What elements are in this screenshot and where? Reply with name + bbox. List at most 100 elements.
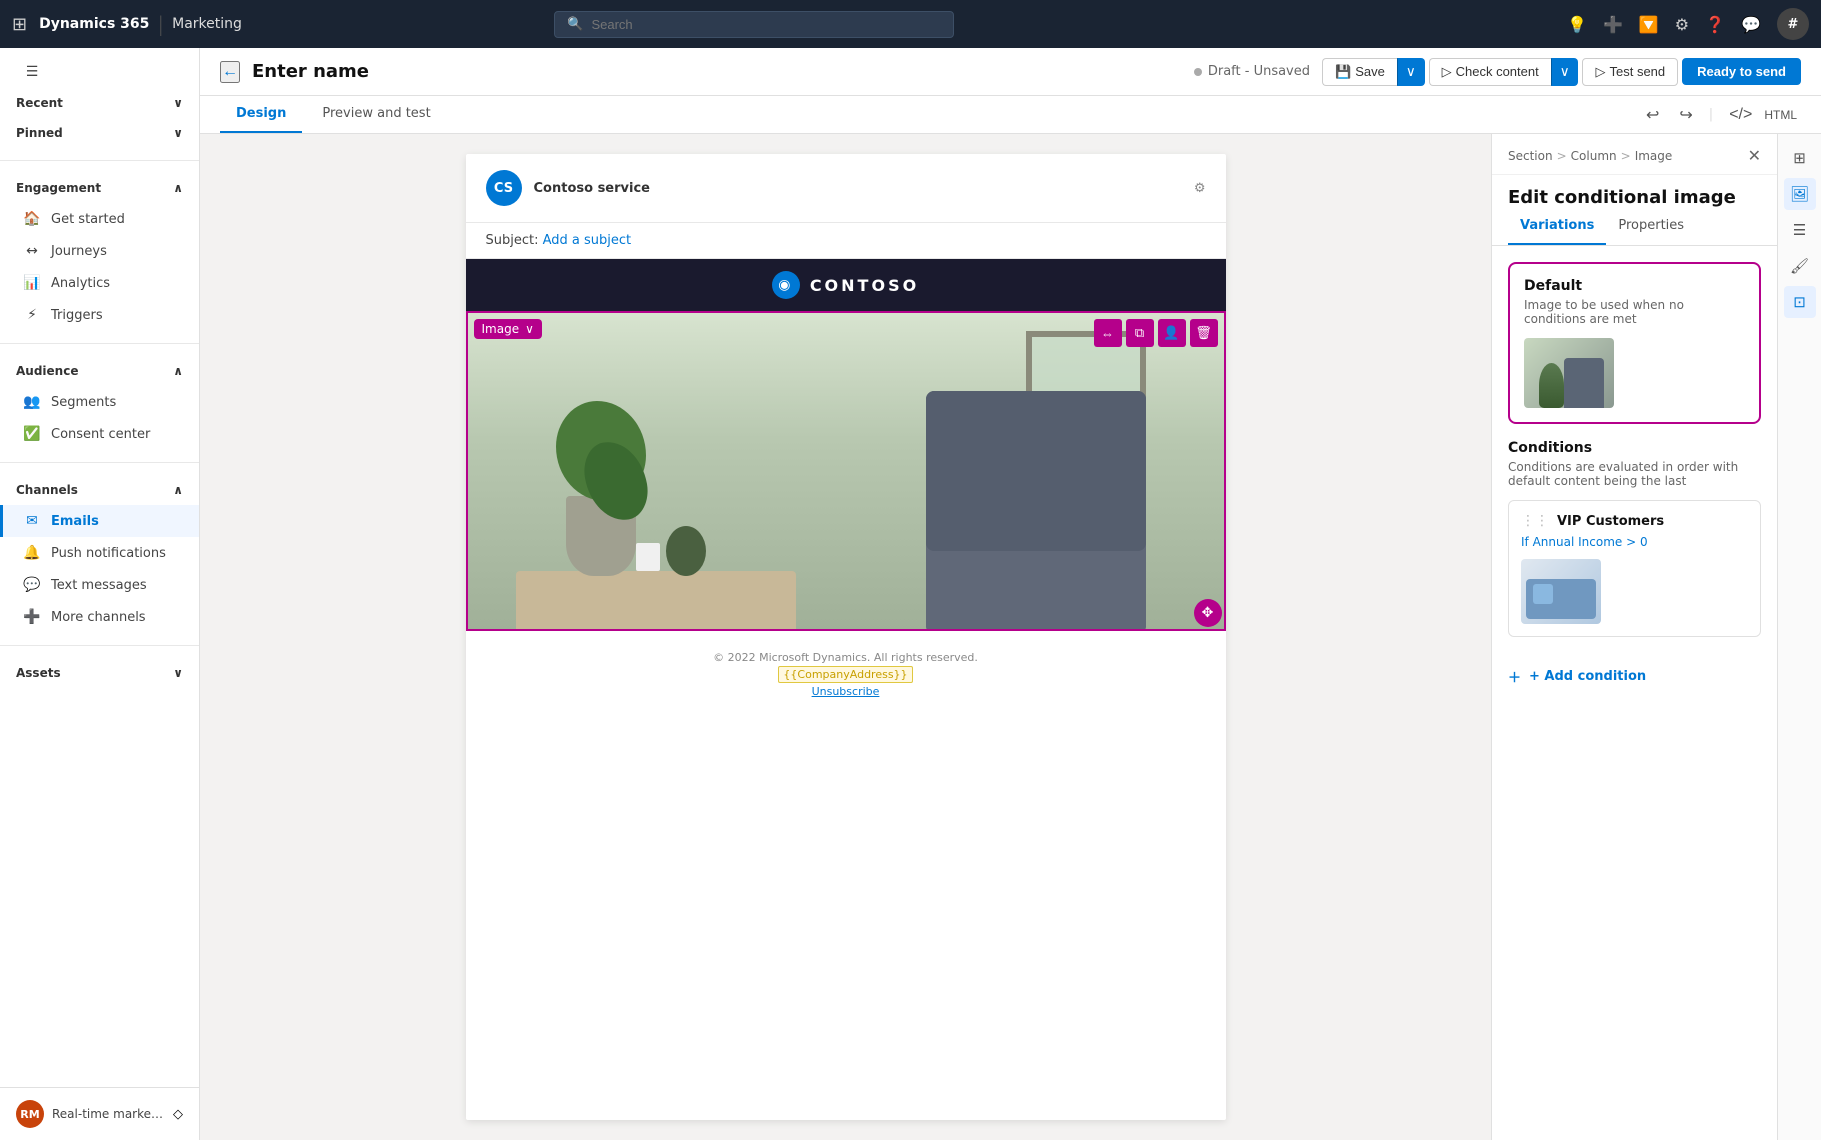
condition-card-vip[interactable]: ⋮⋮ VIP Customers If Annual Income > <box>1508 500 1761 637</box>
default-title: Default <box>1524 278 1745 294</box>
breadcrumb-sep2: > <box>1621 149 1631 163</box>
sidebar-item-triggers[interactable]: ⚡ Triggers <box>0 299 199 331</box>
engagement-header[interactable]: Engagement ∧ <box>0 173 199 203</box>
sidebar-pinned-header[interactable]: Pinned ∨ <box>0 118 199 148</box>
channels-header[interactable]: Channels ∧ <box>0 475 199 505</box>
sidebar-item-consent[interactable]: ✅ Consent center <box>0 418 199 450</box>
settings-icon[interactable]: ⚙ <box>1675 15 1689 34</box>
channels-section: Channels ∧ ✉ Emails 🔔 Push notifications… <box>0 467 199 641</box>
panel-tabs: Variations Properties <box>1492 208 1777 246</box>
divider-vert: | <box>1709 107 1713 122</box>
journeys-label: Journeys <box>51 244 107 259</box>
sidebar-recent-header[interactable]: Recent ∨ <box>0 88 199 118</box>
ready-to-send-button[interactable]: Ready to send <box>1682 58 1801 85</box>
image-tool-move[interactable]: ⇔ <box>1094 319 1122 347</box>
tab-variations[interactable]: Variations <box>1508 208 1606 245</box>
divider-1 <box>0 160 199 161</box>
breadcrumb-image[interactable]: Image <box>1635 149 1673 163</box>
brand-separator: | <box>157 12 164 36</box>
tab-preview[interactable]: Preview and test <box>306 96 446 133</box>
sidebar: ☰ Recent ∨ Pinned ∨ Engagement ∧ 🏠 Get s… <box>0 48 200 1140</box>
panel-icon-expand[interactable]: ⊞ <box>1784 142 1816 174</box>
lightbulb-icon[interactable]: 💡 <box>1567 15 1587 34</box>
conditions-title: Conditions <box>1508 440 1761 456</box>
default-section: Default Image to be used when no conditi… <box>1492 246 1777 440</box>
test-send-button[interactable]: ▷ Test send <box>1582 58 1678 86</box>
audience-header[interactable]: Audience ∧ <box>0 356 199 386</box>
image-tool-copy[interactable]: ⧉ <box>1126 319 1154 347</box>
image-tool-delete[interactable]: 🗑 <box>1190 319 1218 347</box>
chat-icon[interactable]: 💬 <box>1741 15 1761 34</box>
assets-header[interactable]: Assets ∨ <box>0 658 199 688</box>
drag-handle-icon[interactable]: ⋮⋮ <box>1521 513 1549 529</box>
sidebar-item-analytics[interactable]: 📊 Analytics <box>0 267 199 299</box>
condition-image-thumbnail[interactable] <box>1521 559 1601 624</box>
add-condition-button[interactable]: ＋ + Add condition <box>1492 653 1777 700</box>
tab-properties[interactable]: Properties <box>1606 208 1696 245</box>
breadcrumb-column[interactable]: Column <box>1571 149 1617 163</box>
settings-gear-icon[interactable]: ⚙ <box>1194 181 1206 196</box>
rule-value: 0 <box>1640 535 1648 549</box>
sidebar-item-segments[interactable]: 👥 Segments <box>0 386 199 418</box>
undo-button[interactable]: ↩ <box>1642 101 1663 129</box>
panel-icon-list[interactable]: ☰ <box>1784 214 1816 246</box>
consent-icon: ✅ <box>23 426 41 442</box>
conditions-description: Conditions are evaluated in order with d… <box>1508 460 1761 488</box>
default-card[interactable]: Default Image to be used when no conditi… <box>1508 262 1761 424</box>
unsubscribe-link[interactable]: Unsubscribe <box>812 685 880 698</box>
panel-icon-cursor[interactable]: ⊡ <box>1784 286 1816 318</box>
back-button[interactable]: ← <box>220 61 240 83</box>
user-avatar[interactable]: # <box>1777 8 1809 40</box>
rm-avatar: RM <box>16 1100 44 1128</box>
help-icon[interactable]: ❓ <box>1705 15 1725 34</box>
sidebar-item-get-started[interactable]: 🏠 Get started <box>0 203 199 235</box>
triggers-label: Triggers <box>51 308 103 323</box>
add-subject-link[interactable]: Add a subject <box>543 233 632 248</box>
panel-icon-image[interactable]: 🖼 <box>1784 178 1816 210</box>
redo-button[interactable]: ↪ <box>1675 101 1696 129</box>
image-block[interactable]: Image ∨ ⇔ ⧉ 👤 🗑 <box>466 311 1226 631</box>
image-toolbar[interactable]: Image ∨ <box>474 319 542 339</box>
sidebar-item-push[interactable]: 🔔 Push notifications <box>0 537 199 569</box>
page-title: Enter name <box>252 61 1182 82</box>
brand-module: Marketing <box>172 16 242 32</box>
audience-label: Audience <box>16 364 78 378</box>
html-icon: </> <box>1729 106 1752 124</box>
breadcrumb-section[interactable]: Section <box>1508 149 1553 163</box>
panel-close-button[interactable]: ✕ <box>1748 146 1761 166</box>
resize-handle[interactable]: ✥ <box>1194 599 1222 627</box>
save-split-button: 💾 Save ∨ <box>1322 58 1425 86</box>
plus-icon[interactable]: ➕ <box>1603 15 1623 34</box>
canvas-area: CS Contoso service ⚙ Subject: Add a subj… <box>200 134 1491 1140</box>
check-content-button[interactable]: ▷ Check content <box>1429 58 1551 86</box>
default-image-thumbnail[interactable] <box>1524 338 1614 408</box>
test-send-icon: ▷ <box>1595 64 1605 80</box>
save-button[interactable]: 💾 Save <box>1322 58 1397 86</box>
check-content-dropdown[interactable]: ∨ <box>1551 58 1579 86</box>
filter-icon[interactable]: 🔽 <box>1639 15 1659 34</box>
condition-rule: If Annual Income > 0 <box>1521 535 1748 549</box>
recent-label: Recent <box>16 96 63 110</box>
sidebar-bottom-account[interactable]: RM Real-time marketi... ◇ <box>0 1087 199 1140</box>
save-dropdown[interactable]: ∨ <box>1397 58 1425 86</box>
sidebar-item-journeys[interactable]: ↔ Journeys <box>0 235 199 267</box>
draft-dot <box>1194 68 1202 76</box>
get-started-label: Get started <box>51 212 125 227</box>
segments-icon: 👥 <box>23 394 41 410</box>
email-banner: ◉ CONTOSO <box>466 259 1226 311</box>
sidebar-hamburger[interactable]: ☰ <box>0 56 199 88</box>
search-input[interactable] <box>591 17 941 32</box>
waffle-icon[interactable]: ⊞ <box>12 14 27 35</box>
search-bar[interactable]: 🔍 <box>554 11 954 38</box>
panel-icon-brush[interactable]: 🖌 <box>1784 250 1816 282</box>
sidebar-top-section: ☰ Recent ∨ Pinned ∨ <box>0 48 199 156</box>
brand-d365: Dynamics 365 <box>39 16 149 32</box>
html-button[interactable]: </> HTML <box>1725 102 1801 128</box>
image-dropdown-icon[interactable]: ∨ <box>525 322 534 336</box>
sidebar-item-sms[interactable]: 💬 Text messages <box>0 569 199 601</box>
sidebar-item-emails[interactable]: ✉ Emails <box>0 505 199 537</box>
image-tool-condition[interactable]: 👤 <box>1158 319 1186 347</box>
sidebar-item-more-channels[interactable]: ➕ More channels <box>0 601 199 633</box>
check-icon: ▷ <box>1442 64 1452 80</box>
tab-design[interactable]: Design <box>220 96 302 133</box>
